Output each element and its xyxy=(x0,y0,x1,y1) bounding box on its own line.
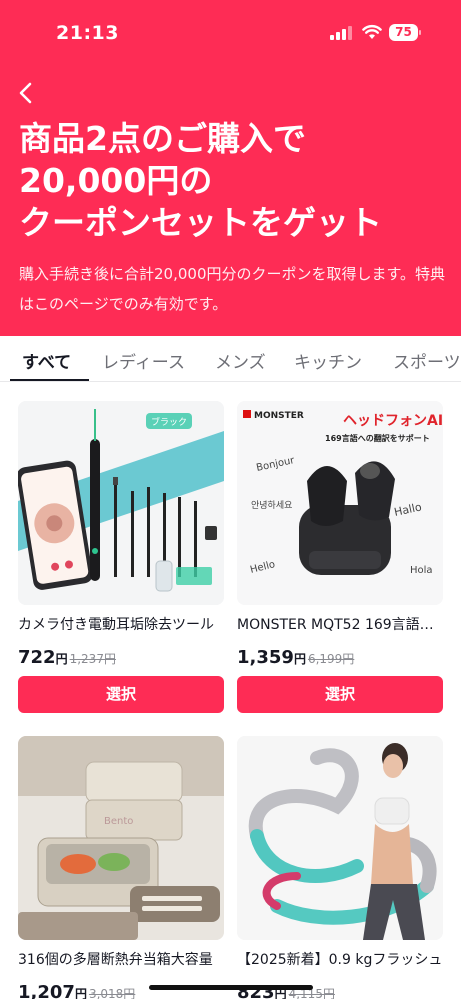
page-title: 商品2点のご購入で 20,000円の クーポンセットをゲット xyxy=(19,119,382,242)
product-image[interactable]: ブラック xyxy=(18,401,224,605)
tab-kitchen[interactable]: キッチン xyxy=(294,348,362,373)
select-button[interactable]: 選択 xyxy=(237,676,443,713)
product-image[interactable] xyxy=(237,736,443,940)
back-arrow-icon[interactable] xyxy=(14,80,40,106)
image-brand: MONSTER xyxy=(254,411,304,421)
original-price: 1,237円 xyxy=(69,652,116,666)
product-price: 1,359円 6,199円 xyxy=(237,647,443,671)
home-indicator[interactable] xyxy=(149,985,313,990)
promo-header: 21:13 75 商品2点のご購入で 20,000円の クーポンセットをゲット … xyxy=(0,0,461,336)
product-price: 722円 1,237円 xyxy=(18,647,224,671)
tab-mens[interactable]: メンズ xyxy=(215,348,266,373)
currency-label: 円 xyxy=(74,987,87,999)
status-bar: 21:13 75 xyxy=(0,0,461,62)
active-tab-indicator xyxy=(10,379,89,381)
product-name[interactable]: MONSTER MQT52 169言語翻訳 xyxy=(237,615,443,635)
original-price: 6,199円 xyxy=(307,652,355,666)
image-word: 안녕하세요 xyxy=(251,500,292,511)
image-headline: ヘッドフォンAI xyxy=(343,413,443,429)
image-label: Bento xyxy=(104,816,133,827)
product-name[interactable]: 316個の多層断熱弁当箱大容量 xyxy=(18,950,224,970)
product-name[interactable]: 【2025新着】0.9 kgフラッシュ xyxy=(237,950,443,970)
product-image[interactable]: MONSTER ヘッドフォンAI 169言語への翻訳をサポート Bonjour … xyxy=(237,401,443,605)
original-price: 3,018円 xyxy=(88,987,136,999)
tab-sports[interactable]: スポーツ xyxy=(393,348,461,373)
cellular-signal-icon xyxy=(330,26,352,40)
category-tabs: すべて レディース メンズ キッチン スポーツ xyxy=(0,336,461,382)
product-name[interactable]: カメラ付き電動耳垢除去ツール xyxy=(18,615,224,635)
sale-price: 1,359 xyxy=(237,647,294,668)
sale-price: 1,207 xyxy=(18,982,75,999)
select-button[interactable]: 選択 xyxy=(18,676,224,713)
image-badge: ブラック xyxy=(151,416,187,428)
tab-ladies[interactable]: レディース xyxy=(102,348,185,373)
tab-all[interactable]: すべて xyxy=(22,348,71,373)
battery-icon: 75 xyxy=(389,24,422,41)
battery-level: 75 xyxy=(395,25,412,39)
product-image[interactable]: Bento xyxy=(18,736,224,940)
sale-price: 722 xyxy=(18,647,56,668)
currency-label: 円 xyxy=(55,652,68,666)
wifi-icon xyxy=(362,25,382,39)
image-word: Hola xyxy=(410,565,433,576)
promo-description: 購入手続き後に合計20,000円分のクーポンを取得します。特典はこのページでのみ… xyxy=(19,265,445,313)
image-subheadline: 169言語への翻訳をサポート xyxy=(325,433,430,443)
currency-label: 円 xyxy=(293,652,306,666)
status-time: 21:13 xyxy=(56,22,119,44)
